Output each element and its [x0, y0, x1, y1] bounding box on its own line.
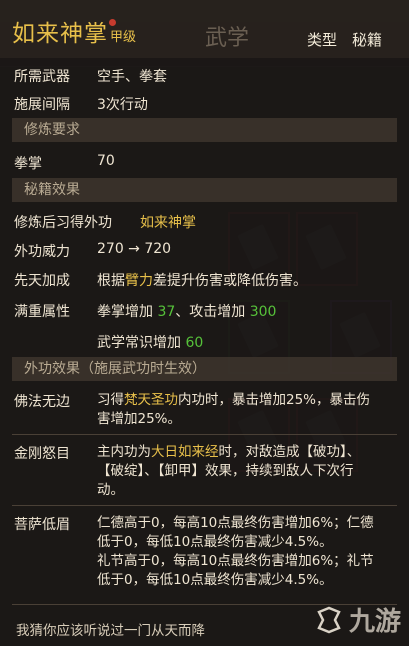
fofa-2: 害增加25%。: [97, 411, 182, 427]
innate-pre: 根据: [97, 273, 125, 289]
attr-1b: 37: [157, 304, 176, 320]
tab-wuxue[interactable]: 武学: [205, 20, 249, 52]
innate-post: 差提升伤害或降低伤害。: [153, 273, 307, 289]
innate-label: 先天加成: [14, 273, 70, 289]
pusa-text: 仁德高于0，每高10点最终伤害增加6%；仁德 低于0，每低10点最终伤害减少4.…: [97, 514, 402, 590]
skill-tooltip: 如来神掌 甲级 武学 类型 秘籍 所需武器 空手、拳套 施展间隔 3次行动 修炼…: [0, 0, 409, 646]
section-requirement: 修炼要求: [12, 118, 397, 142]
divider: [12, 505, 397, 506]
notification-dot: [109, 19, 116, 26]
divider: [12, 604, 397, 605]
weapon-label: 所需武器: [14, 69, 70, 85]
learn-label: 修炼后习得外功: [14, 215, 112, 231]
tooltip-title-bar: 如来神掌 甲级 武学 类型 秘籍: [0, 0, 409, 58]
footer-flavor-text: 我猜你应该听说过一门从天而降: [16, 623, 205, 639]
learn-value: 如来神掌: [140, 215, 196, 231]
attr-1d: 300: [249, 304, 277, 320]
fofa-text: 习得梵天圣功内功时，暴击增加25%，暴击伤 害增加25%。: [97, 391, 402, 429]
jingang-1c: 时，对敌造成【破功】、: [218, 444, 361, 460]
power-label: 外功威力: [14, 244, 70, 260]
section-effect: 秘籍效果: [12, 178, 397, 202]
skill-grade: 甲级: [110, 30, 137, 45]
pusa-2: 低于0，每低10点最终伤害减少4.5%。: [97, 534, 333, 550]
jingang-text: 主内功为大日如来经时，对敌造成【破功】、 【破绽】、【卸甲】效果，持续到敌人下次…: [97, 443, 402, 500]
fofa-1b: 梵天圣功: [124, 392, 178, 408]
fofa-label: 佛法无边: [14, 394, 70, 410]
innate-attribute: 臂力: [125, 273, 153, 289]
attr-label: 满重属性: [14, 304, 70, 320]
requirement-value: 70: [97, 153, 115, 169]
pusa-4: 低于0，每低10点最终伤害减少4.5%。: [97, 572, 333, 588]
jingang-3: 动。: [97, 482, 124, 498]
weapon-value: 空手、拳套: [97, 69, 167, 85]
pusa-label: 菩萨低眉: [14, 517, 70, 533]
section-external: 外功效果（施展武功时生效）: [12, 357, 397, 381]
attr-line-2: 武学常识增加 60: [97, 332, 203, 352]
pusa-3: 礼节高于0，每高10点最终伤害增加6%；礼节: [97, 553, 374, 569]
attr-line-1: 拳掌增加 37、攻击增加 300: [97, 301, 276, 321]
interval-label: 施展间隔: [14, 97, 70, 113]
attr-2a: 武学常识增加: [97, 335, 186, 351]
power-value: 270 → 720: [97, 241, 172, 257]
divider: [12, 434, 397, 435]
pusa-1: 仁德高于0，每高10点最终伤害增加6%；仁德: [97, 515, 374, 531]
requirement-label: 拳掌: [14, 156, 42, 172]
innate-text: 根据臂力差提升伤害或降低伤害。: [97, 270, 307, 290]
fofa-1c: 内功时，暴击增加25%，暴击伤: [178, 392, 371, 408]
skill-name: 如来神掌: [12, 21, 108, 47]
jingang-2: 【破绽】、【卸甲】效果，持续到敌人下次行: [97, 463, 354, 479]
fofa-1a: 习得: [97, 392, 124, 408]
type-value: 秘籍: [352, 31, 383, 49]
attr-1a: 拳掌增加: [97, 304, 158, 320]
attr-1c: 、攻击增加: [175, 304, 250, 320]
jingang-1a: 主内功为: [97, 444, 151, 460]
watermark-logo-icon: [317, 606, 341, 634]
type-label: 类型: [307, 31, 338, 49]
jingang-label: 金刚怒目: [14, 446, 70, 462]
interval-value: 3次行动: [97, 97, 148, 113]
jingang-1b: 大日如来经: [151, 444, 219, 460]
attr-2b: 60: [185, 335, 204, 351]
watermark-text: 九游: [348, 607, 401, 637]
